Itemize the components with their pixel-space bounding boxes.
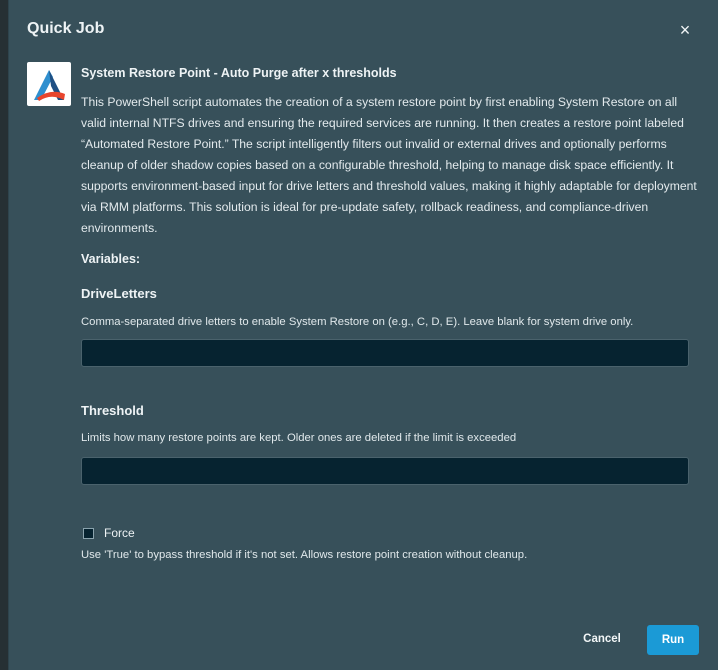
drive-letters-label: DriveLetters (81, 286, 157, 301)
force-checkbox[interactable] (83, 527, 94, 539)
dialog-title: Quick Job (27, 20, 105, 37)
threshold-help: Limits how many restore points are kept.… (81, 432, 517, 444)
threshold-input[interactable] (81, 457, 689, 485)
quick-job-dialog: Quick Job × System Restore Point - Auto … (8, 0, 718, 670)
variables-heading: Variables: (81, 252, 141, 266)
force-label[interactable]: Force (104, 526, 135, 540)
close-icon[interactable]: × (674, 19, 696, 41)
threshold-label: Threshold (81, 403, 144, 418)
run-button[interactable]: Run (647, 625, 699, 655)
cancel-button[interactable]: Cancel (573, 625, 631, 653)
drive-letters-input[interactable] (81, 339, 689, 367)
script-description: This PowerShell script automates the cre… (81, 95, 697, 235)
force-help: Use 'True' to bypass threshold if it's n… (81, 549, 528, 561)
ninjaone-logo-icon (27, 62, 71, 106)
drive-letters-help: Comma-separated drive letters to enable … (81, 316, 634, 328)
script-title: System Restore Point - Auto Purge after … (81, 66, 397, 80)
force-checkbox-row[interactable]: Force (83, 526, 135, 540)
